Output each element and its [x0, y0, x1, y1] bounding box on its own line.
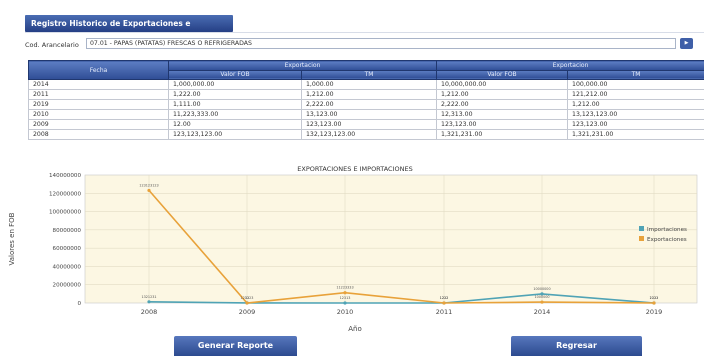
table-cell: 12,313.00	[436, 109, 569, 120]
table-cell: 1,212.00	[300, 89, 438, 100]
table-cell: 123,123,123.00	[168, 129, 302, 140]
table-cell: 1,111.00	[168, 99, 302, 110]
cod-arancelario-label: Cod. Arancelario	[25, 41, 79, 49]
data-label: 11223333	[336, 286, 353, 290]
data-label: 12313	[340, 296, 351, 300]
table-cell: 2019	[28, 99, 169, 110]
table-cell: 1,321,231.00	[567, 129, 704, 140]
generar-reporte-button[interactable]: Generar Reporte	[174, 336, 297, 356]
cod-arancelario-select[interactable]: 07.01 - PAPAS (PATATAS) FRESCAS O REFRIG…	[86, 38, 676, 49]
y-tick-label: 20000000	[53, 283, 82, 289]
table-cell: 123,123.00	[436, 119, 569, 130]
table-cell: 1,321,231.00	[436, 129, 569, 140]
column-header-valor-fob: Valor FOB	[168, 69, 302, 80]
regresar-button[interactable]: Regresar	[511, 336, 642, 356]
data-label: 1222	[440, 296, 449, 300]
y-tick-label: 100000000	[49, 210, 81, 216]
data-point	[343, 291, 347, 295]
data-label: 10000000	[533, 287, 550, 291]
table-cell: 2014	[28, 79, 169, 90]
table-cell: 2,222.00	[436, 99, 569, 110]
table-cell: 2010	[28, 109, 169, 120]
data-point	[442, 301, 446, 305]
search-button[interactable]: ▶	[680, 38, 693, 49]
table-cell: 1,212.00	[567, 99, 704, 110]
data-point	[245, 301, 249, 305]
data-label: 12	[245, 296, 249, 300]
table-row: 2008 123,123,123.00 132,123,123.00 1,321…	[28, 129, 704, 140]
table-cell: 1,222.00	[168, 89, 302, 100]
column-header-fecha: Fecha	[28, 60, 169, 80]
search-icon: ▶	[684, 40, 689, 46]
data-point	[652, 301, 656, 305]
x-tick-label: 2019	[646, 308, 663, 316]
table-row: 2011 1,222.00 1,212.00 1,212.00 121,212.…	[28, 89, 704, 100]
table-cell: 11,223,333.00	[168, 109, 302, 120]
y-tick-label: 40000000	[53, 264, 82, 270]
data-label: 1000000	[534, 295, 549, 299]
table-cell: 2009	[28, 119, 169, 130]
legend-label: Exportaciones	[647, 237, 687, 243]
table-cell: 10,000,000.00	[436, 79, 569, 90]
data-point	[147, 188, 151, 193]
y-tick-label: 120000000	[49, 191, 81, 197]
page-title[interactable]: Registro Historico de Exportaciones e Im…	[25, 15, 233, 45]
table-cell: 2011	[28, 89, 169, 100]
table-row: 2019 1,111.00 2,222.00 2,222.00 1,212.00	[28, 99, 704, 110]
x-axis-label: Año	[348, 325, 362, 333]
y-tick-label: 60000000	[53, 246, 82, 252]
table-cell: 12.00	[168, 119, 302, 130]
y-axis-ticks: 140000000 120000000 100000000 80000000 60000…	[49, 173, 81, 307]
data-label: 1321231	[141, 295, 156, 299]
table-cell: 13,123.00	[300, 109, 438, 120]
data-point	[343, 301, 347, 305]
column-header-valor-fob: Valor FOB	[436, 69, 569, 80]
column-header-tm: TM	[300, 69, 438, 80]
legend-swatch	[639, 226, 644, 231]
data-table: Fecha Exportacion Exportacion Valor FOB …	[28, 60, 704, 140]
x-tick-label: 2014	[534, 308, 551, 316]
table-cell: 100,000.00	[567, 79, 704, 90]
y-tick-label: 80000000	[53, 228, 82, 234]
line-chart: EXPORTACIONES E IMPORTACIONES 1400000001…	[8, 165, 698, 333]
table-cell: 1,212.00	[436, 89, 569, 100]
x-tick-label: 2011	[436, 308, 453, 316]
column-header-tm: TM	[567, 69, 704, 80]
group-header-right: Exportacion	[436, 60, 704, 71]
y-tick-label: 0	[77, 301, 81, 307]
data-point	[540, 300, 544, 304]
legend-swatch	[639, 236, 644, 241]
group-header-left: Exportacion	[167, 60, 438, 71]
table-cell: 2,222.00	[300, 99, 438, 110]
table-cell: 123,123.00	[300, 119, 438, 130]
y-tick-label: 140000000	[49, 173, 81, 179]
data-label: 1111	[650, 296, 659, 300]
table-row: 2010 11,223,333.00 13,123.00 12,313.00 1…	[28, 109, 704, 120]
table-row: 2009 12.00 123,123.00 123,123.00 123,123…	[28, 119, 704, 130]
data-label: 123123123	[139, 183, 158, 187]
x-tick-label: 2009	[239, 308, 256, 316]
plot-area	[84, 174, 698, 304]
table-cell: 2008	[28, 129, 169, 140]
x-tick-label: 2008	[141, 308, 158, 316]
table-cell: 13,123,123.00	[567, 109, 704, 120]
data-point	[147, 300, 151, 304]
table-row: 2014 1,000,000.00 1,000.00 10,000,000.00…	[28, 79, 704, 90]
table-cell: 1,000.00	[300, 79, 438, 90]
table-cell: 123,123.00	[567, 119, 704, 130]
chart-title: EXPORTACIONES E IMPORTACIONES	[297, 165, 412, 173]
table-cell: 121,212.00	[567, 89, 704, 100]
title-divider	[25, 32, 704, 33]
y-axis-label: Valores en FOB	[8, 212, 16, 265]
x-tick-label: 2010	[337, 308, 354, 316]
table-cell: 1,000,000.00	[168, 79, 302, 90]
table-cell: 132,123,123.00	[300, 129, 438, 140]
x-axis-ticks: 2008 2009 2010 2011 2014 2019	[141, 308, 663, 316]
legend-label: Importaciones	[647, 227, 687, 233]
